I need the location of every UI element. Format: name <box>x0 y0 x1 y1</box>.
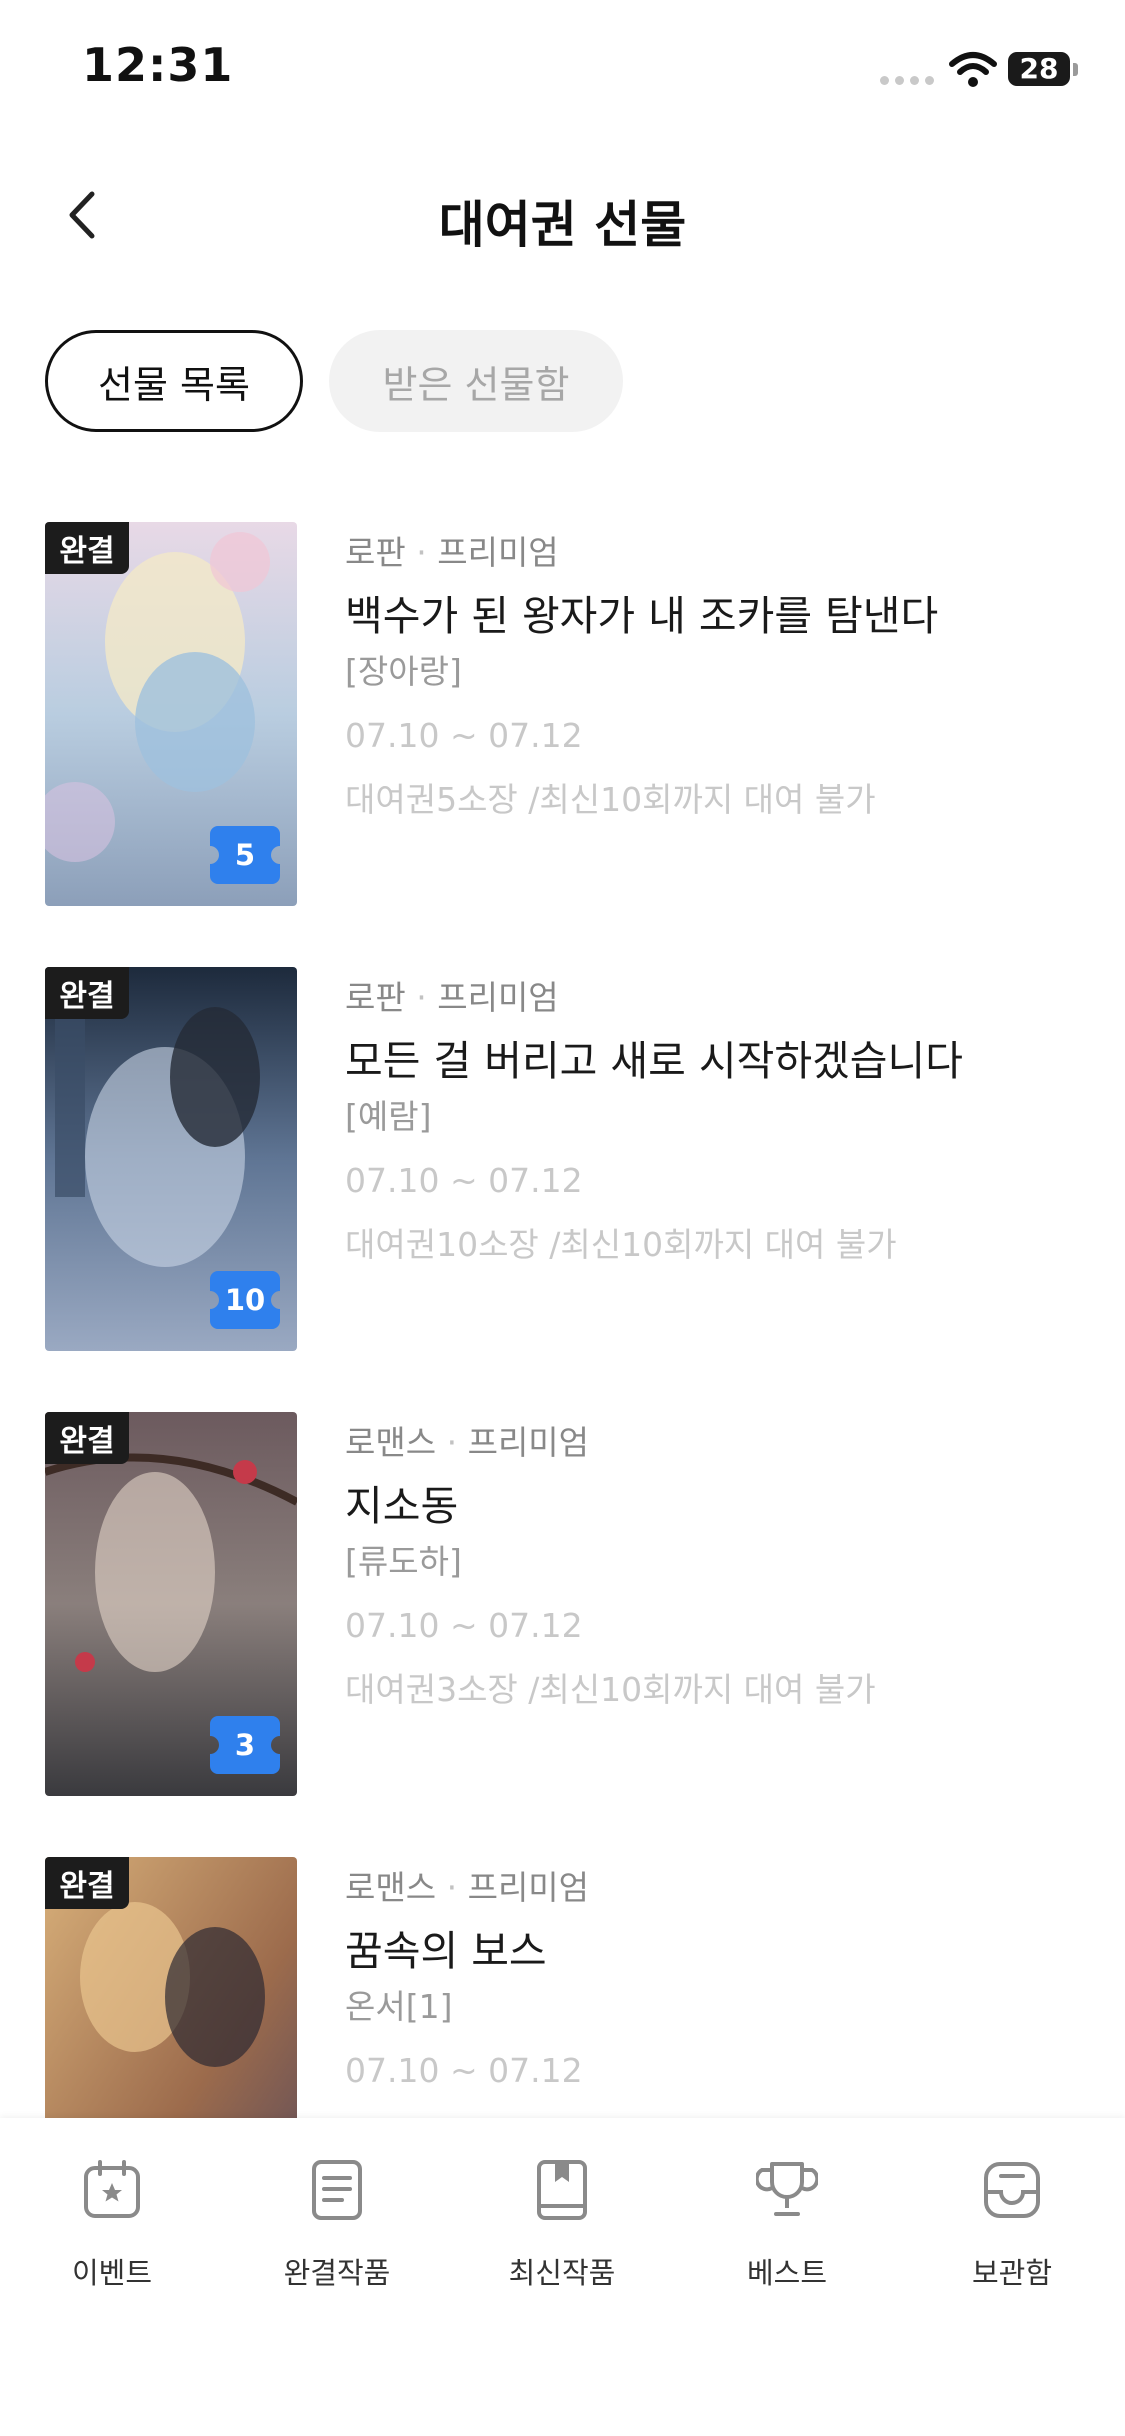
wifi-icon <box>949 52 997 87</box>
author: [예람] <box>345 1097 432 1136</box>
genre-line: 로판 · 프리미엄 <box>345 978 559 1017</box>
battery-icon: 28 <box>1008 52 1070 86</box>
genre-line: 로맨스 · 프리미엄 <box>345 1868 590 1907</box>
completed-badge: 완결 <box>45 1412 129 1464</box>
battery-cap <box>1073 63 1078 76</box>
ticket-count: 3 <box>234 1728 256 1762</box>
page-title: 대여권 선물 <box>438 196 687 254</box>
nav-label: 베스트 <box>746 2256 828 2290</box>
tab-bar: 선물 목록 받은 선물함 <box>45 330 623 432</box>
completed-badge: 완결 <box>45 967 129 1019</box>
work-title: 모든 걸 버리고 새로 시작하겠습니다 <box>345 1037 963 1085</box>
work-title: 백수가 된 왕자가 내 조카를 탐낸다 <box>345 592 939 640</box>
nav-completed[interactable]: 완결작품 <box>257 2158 417 2298</box>
status-time: 12:31 <box>82 38 234 92</box>
genre: 로판 <box>345 533 406 572</box>
cover-image: 완결 10 <box>45 967 297 1351</box>
genre-line: 로판 · 프리미엄 <box>345 533 559 572</box>
battery-level: 28 <box>1019 52 1059 85</box>
gift-period: 07.10 ~ 07.12 <box>345 1606 583 1645</box>
cover-image: 완결 3 <box>45 1412 297 1796</box>
genre: 로맨스 <box>345 1868 437 1907</box>
gift-period: 07.10 ~ 07.12 <box>345 1161 583 1200</box>
cover-image: 완결 5 <box>45 522 297 906</box>
category: 프리미엄 <box>437 533 559 572</box>
book-bookmark-icon <box>537 2160 587 2220</box>
genre-line: 로맨스 · 프리미엄 <box>345 1423 590 1462</box>
genre: 로맨스 <box>345 1423 437 1462</box>
work-title: 꿈속의 보스 <box>345 1927 547 1975</box>
nav-events[interactable]: 이벤트 <box>32 2158 192 2298</box>
calendar-star-icon <box>84 2160 140 2218</box>
author: 온서[1] <box>345 1987 453 2026</box>
nav-latest[interactable]: 최신작품 <box>482 2158 642 2298</box>
list-item[interactable]: 완결 10 로판 · 프리미엄 모든 걸 버리고 새로 시작하겠습니다 [예람]… <box>0 965 1125 1355</box>
nav-library[interactable]: 보관함 <box>932 2158 1092 2298</box>
ticket-count: 5 <box>234 838 256 872</box>
completed-badge: 완결 <box>45 522 129 574</box>
trophy-icon <box>756 2162 818 2216</box>
nav-label: 이벤트 <box>71 2256 153 2290</box>
category: 프리미엄 <box>467 1423 590 1462</box>
category: 프리미엄 <box>437 978 559 1017</box>
gift-period: 07.10 ~ 07.12 <box>345 716 583 755</box>
genre: 로판 <box>345 978 406 1017</box>
nav-label: 완결작품 <box>283 2256 391 2290</box>
inbox-icon <box>984 2162 1040 2218</box>
work-title: 지소동 <box>345 1482 459 1530</box>
list-item[interactable]: 완결 5 로판 · 프리미엄 백수가 된 왕자가 내 조카를 탐낸다 [장아랑]… <box>0 520 1125 910</box>
author: [류도하] <box>345 1542 462 1581</box>
bottom-nav: 이벤트 완결작품 최신작품 베스트 보관함 <box>0 2118 1125 2436</box>
ticket-count: 10 <box>224 1283 266 1317</box>
cellular-signal-icon <box>880 76 934 85</box>
nav-label: 보관함 <box>971 2256 1053 2290</box>
status-bar: 12:31 28 <box>0 0 1125 140</box>
header: 대여권 선물 <box>0 160 1125 270</box>
tab-gift-list[interactable]: 선물 목록 <box>45 330 303 432</box>
tab-received-gifts[interactable]: 받은 선물함 <box>329 330 623 432</box>
document-icon <box>312 2160 362 2220</box>
gift-detail: 대여권3소장 /최신10회까지 대여 불가 <box>345 1670 876 1709</box>
nav-label: 최신작품 <box>508 2256 616 2290</box>
nav-best[interactable]: 베스트 <box>707 2158 867 2298</box>
author: [장아랑] <box>345 652 462 691</box>
completed-badge: 완결 <box>45 1857 129 1909</box>
list-item[interactable]: 완결 3 로맨스 · 프리미엄 지소동 [류도하] 07.10 ~ 07.12 … <box>0 1410 1125 1800</box>
gift-detail: 대여권10소장 /최신10회까지 대여 불가 <box>345 1225 897 1264</box>
gift-detail: 대여권5소장 /최신10회까지 대여 불가 <box>345 780 876 819</box>
category: 프리미엄 <box>467 1868 590 1907</box>
gift-period: 07.10 ~ 07.12 <box>345 2051 583 2090</box>
